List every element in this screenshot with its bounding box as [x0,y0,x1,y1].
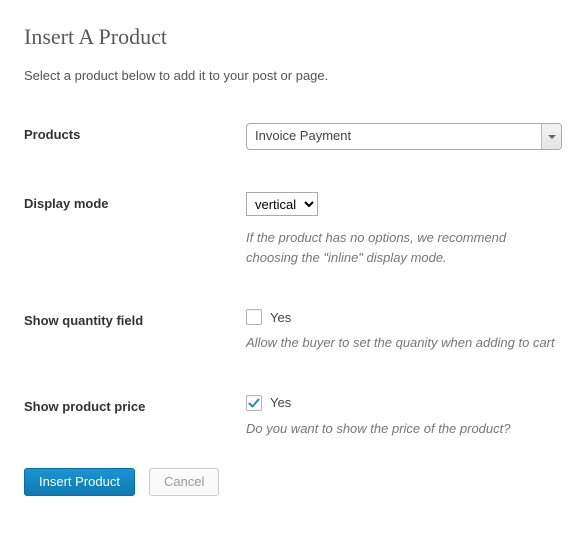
show-price-checkbox[interactable] [246,395,262,411]
products-select[interactable]: Invoice Payment [246,123,562,150]
row-display-mode: Display mode vertical If the product has… [24,192,560,267]
insert-product-button[interactable]: Insert Product [24,468,135,496]
display-mode-helper: If the product has no options, we recomm… [246,228,556,267]
display-mode-select[interactable]: vertical [246,192,318,216]
products-label: Products [24,123,246,142]
products-select-value: Invoice Payment [247,124,541,149]
show-quantity-checkbox[interactable] [246,309,262,325]
display-mode-label: Display mode [24,192,246,211]
row-products: Products Invoice Payment [24,123,560,150]
cancel-button[interactable]: Cancel [149,468,219,496]
page-subtitle: Select a product below to add it to your… [24,68,560,83]
show-quantity-label: Show quantity field [24,309,246,328]
row-show-quantity: Show quantity field Yes Allow the buyer … [24,309,560,353]
show-price-helper: Do you want to show the price of the pro… [246,419,556,439]
button-row: Insert Product Cancel [24,468,560,496]
chevron-down-icon [541,124,561,149]
page-title: Insert A Product [24,24,560,50]
show-price-checkbox-label: Yes [270,395,291,410]
show-price-label: Show product price [24,395,246,414]
row-show-price: Show product price Yes Do you want to sh… [24,395,560,439]
show-quantity-checkbox-label: Yes [270,310,291,325]
show-quantity-helper: Allow the buyer to set the quanity when … [246,333,556,353]
check-icon [248,397,260,409]
